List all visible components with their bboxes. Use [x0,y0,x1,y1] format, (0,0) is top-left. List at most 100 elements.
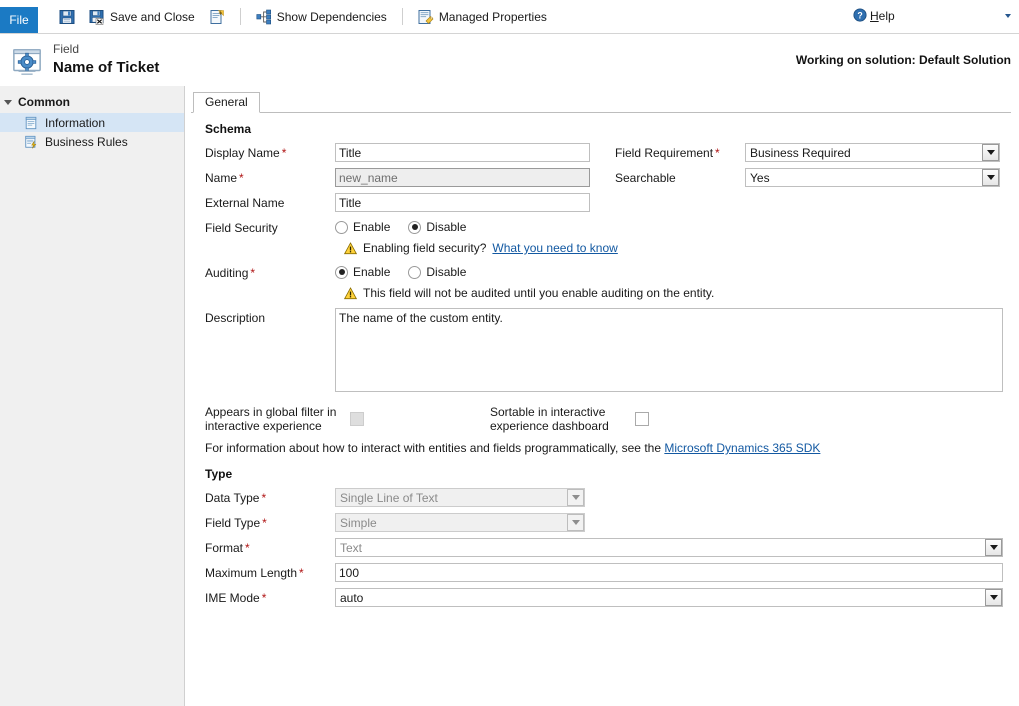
description-label: Description [205,311,266,325]
sdk-note: For information about how to interact wi… [205,441,1011,455]
row-name: Name* Searchable Yes [205,168,1011,187]
required-asterisk: * [261,591,267,605]
data-type-value: Single Line of Text [340,490,438,505]
row-external-name: External Name [205,193,1011,212]
help-label: Help [870,6,1000,23]
radio-on-icon [335,265,348,279]
field-security-label: Field Security [205,221,278,235]
field-requirement-select[interactable]: Business Required [745,143,1000,162]
chevron-down-icon [982,144,999,161]
auditing-warning-text: This field will not be audited until you… [363,286,715,300]
field-security-radio-group: Enable Disable [335,218,466,234]
sidebar-group-label: Common [18,95,70,109]
data-type-select: Single Line of Text [335,488,585,507]
show-dependencies-icon [256,9,271,24]
triangle-down-icon [4,99,12,105]
tab-general[interactable]: General [193,92,260,113]
page-header-text: Field Name of Ticket [53,40,159,77]
chevron-down-icon [1005,13,1011,18]
required-asterisk: * [250,266,256,280]
warning-icon [344,242,357,255]
auditing-enable-label: Enable [353,265,391,279]
save-button[interactable] [52,6,82,28]
save-and-close-icon [89,9,104,25]
help-icon: ? [853,7,867,22]
global-filter-checkbox [350,412,364,426]
svg-text:?: ? [857,10,862,20]
auditing-enable-radio[interactable]: Enable [335,265,390,279]
file-tab[interactable]: File [0,7,38,33]
searchable-value: Yes [750,170,770,185]
sidebar: Common Information Business Rules [0,86,185,706]
chevron-down-icon [985,589,1002,606]
name-label: Name * [205,171,244,185]
new-button[interactable] [202,6,232,28]
show-dependencies-label: Show Dependencies [276,9,387,24]
sortable-block: Sortable in interactive experience dashb… [490,404,649,433]
field-security-warning-link[interactable]: What you need to know [492,241,617,255]
help-label-rest: elp [878,9,895,23]
display-name-input[interactable] [335,143,590,162]
field-security-disable-radio[interactable]: Disable [408,220,466,234]
auditing-disable-radio[interactable]: Disable [408,265,466,279]
information-icon [25,116,37,129]
business-rules-icon [25,135,37,148]
managed-properties-button[interactable]: Managed Properties [411,6,554,28]
display-name-label: Display Name * [205,146,287,160]
global-filter-block: Appears in global filter in interactive … [205,404,364,433]
page-header: Field Name of Ticket Working on solution… [0,34,1019,86]
radio-off-icon [408,265,422,279]
sdk-note-link[interactable]: Microsoft Dynamics 365 SDK [664,441,820,455]
auditing-radio-group: Enable Disable [335,263,466,279]
format-label: Format * [205,541,250,555]
main-content: General Schema Display Name* Field Requi… [185,86,1019,706]
show-dependencies-button[interactable]: Show Dependencies [249,6,394,28]
row-format: Format * Text [205,538,1011,557]
sidebar-item-business-rules[interactable]: Business Rules [0,132,184,151]
description-textarea[interactable] [335,308,1003,392]
auditing-warning: This field will not be audited until you… [335,286,1011,300]
field-security-enable-label: Enable [353,220,391,234]
external-name-input[interactable] [335,193,590,212]
format-select[interactable]: Text [335,538,1003,557]
row-field-type: Field Type * Simple [205,513,1011,532]
row-interactive-experience: Appears in global filter in interactive … [205,404,1011,433]
sidebar-item-label: Information [45,115,106,130]
required-asterisk: * [261,491,267,505]
field-type-value: Simple [340,515,377,530]
sidebar-item-information[interactable]: Information [0,113,184,132]
required-asterisk: * [299,566,304,580]
solution-context-label: Working on solution: Default Solution [795,53,1011,67]
chevron-down-icon [567,489,584,506]
type-section: Type Data Type * Single Line of Text Fie… [205,467,1011,607]
row-data-type: Data Type * Single Line of Text [205,488,1011,507]
ime-mode-select[interactable]: auto [335,588,1003,607]
row-display-name: Display Name* Field Requirement* Busines… [205,143,1011,162]
help-button[interactable]: ? Help [853,6,1011,23]
chevron-down-icon [982,169,999,186]
radio-off-icon [335,220,348,234]
auditing-label: Auditing * [205,266,256,280]
sortable-checkbox[interactable] [635,412,649,426]
body-split: Common Information Business Rules Genera… [0,86,1019,706]
sidebar-item-label: Business Rules [45,134,128,149]
sidebar-group-common[interactable]: Common [0,93,184,113]
maximum-length-input[interactable] [335,563,1003,582]
page-kicker: Field [53,42,80,56]
new-icon [210,9,224,24]
ribbon-toolbar: File Save and Close Show Dependencies Ma… [0,0,1019,34]
tab-strip: General [191,91,1011,113]
data-type-label: Data Type * [205,491,267,505]
searchable-select[interactable]: Yes [745,168,1000,187]
row-auditing: Auditing * Enable Disable [205,263,1011,280]
required-asterisk: * [281,146,287,160]
managed-properties-label: Managed Properties [438,9,547,24]
toolbar-separator-1 [239,8,241,25]
save-icon [59,9,75,24]
chevron-down-icon [567,514,584,531]
name-input [335,168,590,187]
global-filter-label: Appears in global filter in interactive … [205,405,337,433]
save-and-close-button[interactable]: Save and Close [82,6,202,28]
required-asterisk: * [715,146,720,160]
field-security-enable-radio[interactable]: Enable [335,220,390,234]
